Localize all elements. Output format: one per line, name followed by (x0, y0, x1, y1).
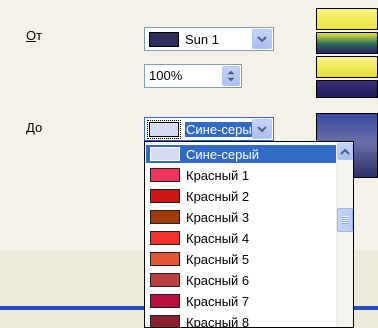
from-color-value: Sun 1 (185, 31, 219, 47)
to-label: До (26, 120, 43, 135)
gradient-preview-1[interactable] (316, 8, 378, 30)
scroll-thumb[interactable] (337, 208, 353, 232)
list-item[interactable]: Красный 2 (146, 187, 338, 205)
spin-arrows-icon (227, 70, 235, 82)
from-color-swatch (149, 31, 179, 47)
grip-icon (341, 216, 349, 224)
color-dropdown-list[interactable]: Сине-серый Красный 1 Красный 2 Красный 3… (144, 141, 354, 328)
list-item[interactable]: Красный 5 (146, 250, 338, 268)
color-swatch (150, 294, 180, 308)
to-dropdown-button[interactable] (252, 119, 272, 139)
list-scrollbar[interactable] (336, 142, 353, 327)
to-color-value: Сине-серы (185, 121, 253, 137)
list-item[interactable]: Красный 1 (146, 166, 338, 184)
zoom-spinner[interactable]: 100% (144, 64, 242, 88)
color-swatch (150, 147, 180, 161)
zoom-value: 100% (149, 68, 183, 83)
color-swatch (150, 210, 180, 224)
color-swatch (150, 315, 180, 327)
list-item[interactable]: Красный 8 (146, 313, 338, 327)
color-swatch (150, 231, 180, 245)
from-dropdown-button[interactable] (252, 29, 272, 49)
chevron-down-icon (257, 125, 267, 132)
zoom-spin-buttons[interactable] (222, 66, 240, 86)
list-item[interactable]: Красный 7 (146, 292, 338, 310)
list-item[interactable]: Красный 3 (146, 208, 338, 226)
color-swatch (150, 252, 180, 266)
chevron-down-icon (257, 35, 267, 42)
from-color-combo[interactable]: Sun 1 (144, 27, 274, 51)
color-swatch (150, 168, 180, 182)
to-color-combo[interactable]: Сине-серы (144, 117, 274, 141)
chevron-up-icon (340, 148, 350, 155)
to-color-swatch (147, 119, 181, 139)
list-item[interactable]: Сине-серый (146, 145, 338, 163)
color-swatch (150, 189, 180, 203)
list-item[interactable]: Красный 4 (146, 229, 338, 247)
gradient-preview-3[interactable] (316, 56, 378, 78)
color-swatch (150, 273, 180, 287)
gradient-preview-4[interactable] (316, 80, 378, 98)
list-item[interactable]: Красный 6 (146, 271, 338, 289)
gradient-preview-2[interactable] (316, 32, 378, 54)
from-label: От (26, 28, 43, 43)
scroll-up-button[interactable] (337, 143, 353, 160)
